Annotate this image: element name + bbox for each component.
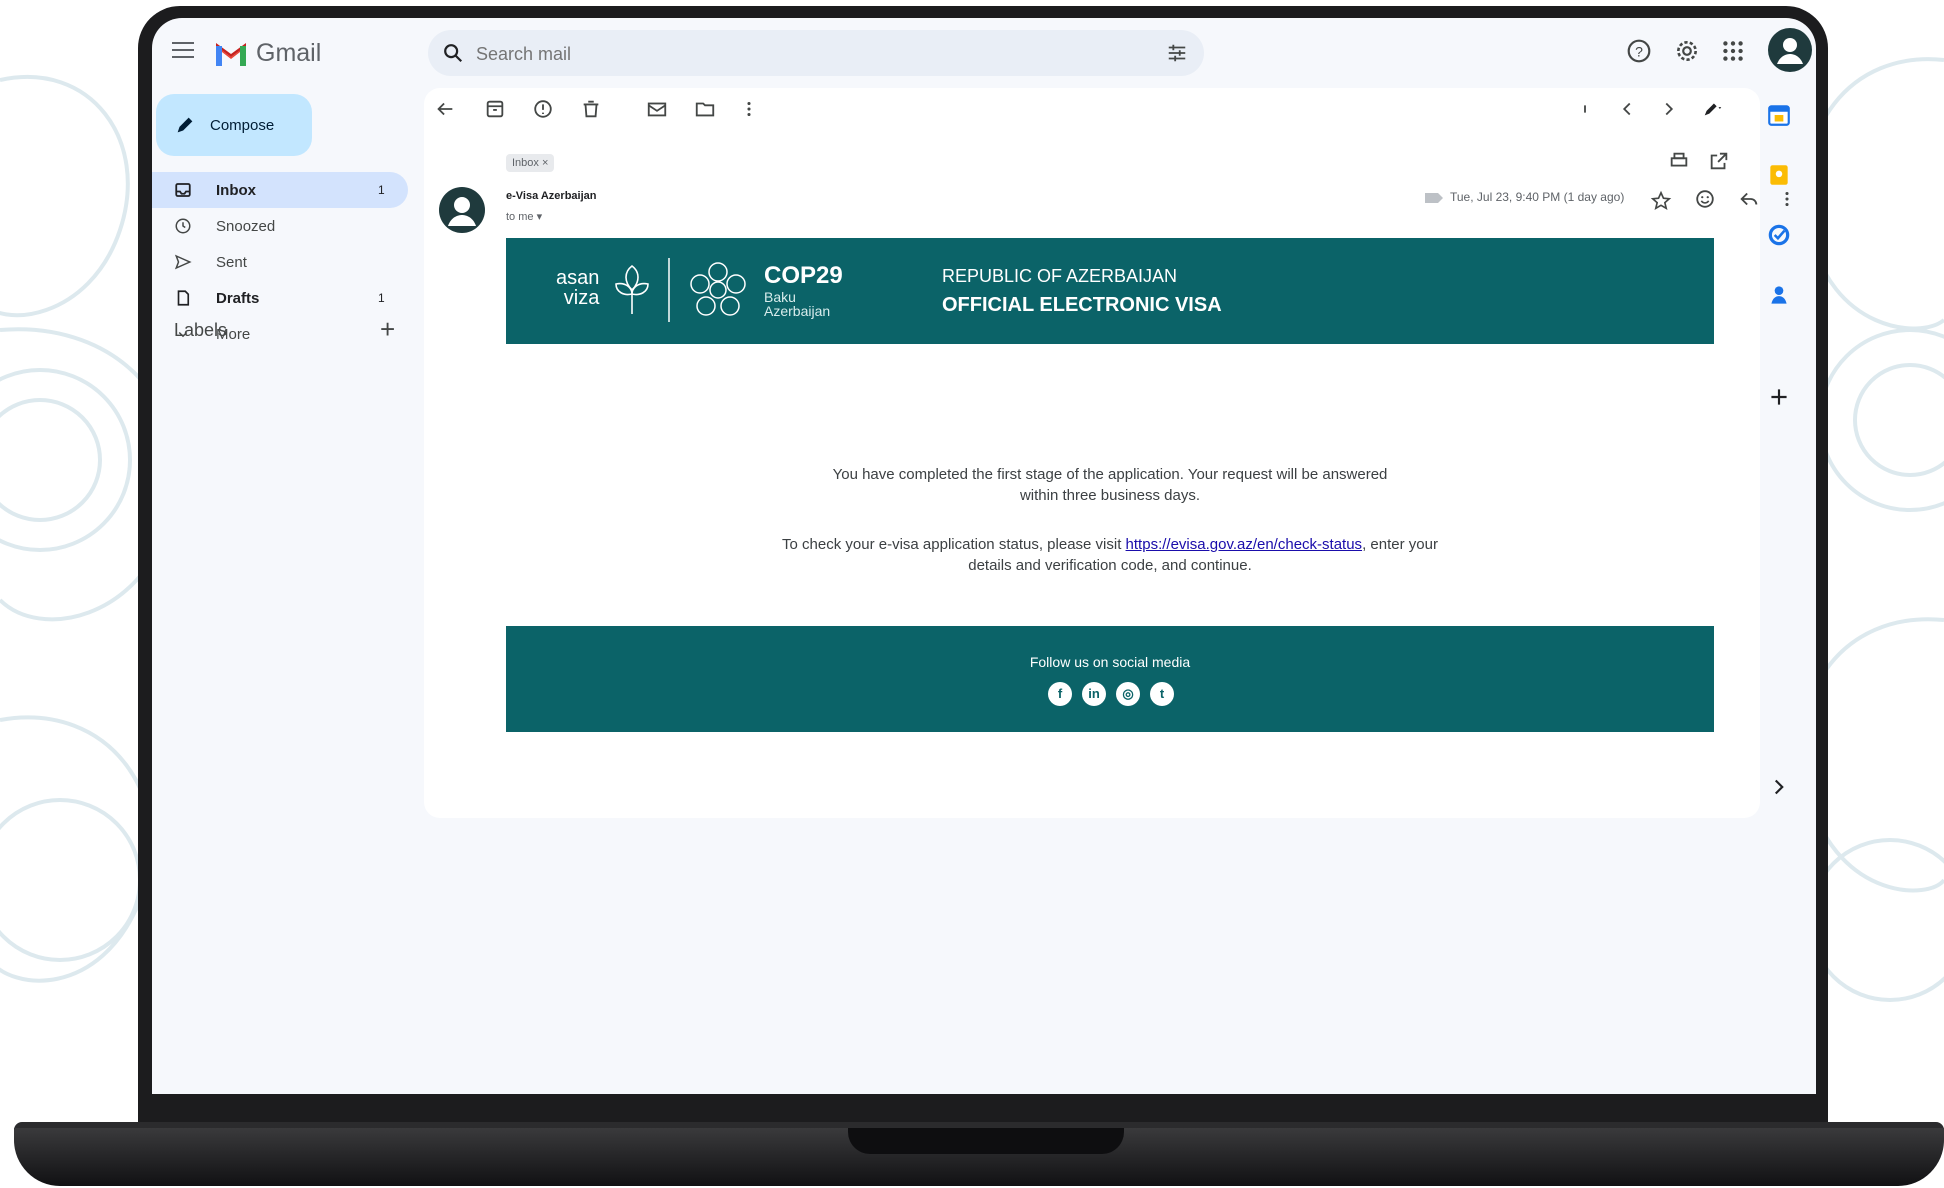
instagram-icon[interactable]: ◎ [1116,682,1140,706]
labels-heading: Labels [174,320,228,340]
asan-viza-logo: asan viza [556,268,599,308]
official-visa-heading: OFFICIAL ELECTRONIC VISA [942,294,1222,316]
print-icon[interactable] [1668,150,1690,172]
open-new-window-icon[interactable] [1708,150,1730,172]
report-icon[interactable] [532,98,554,120]
search-input[interactable] [474,39,1118,69]
delete-icon[interactable] [580,98,602,120]
sidebar-item-snoozed[interactable]: Snoozed [152,208,408,244]
tasks-icon[interactable] [1766,222,1792,248]
drafts-count: 1 [378,291,385,305]
gmail-wordmark: Gmail [256,38,322,67]
sidebar-item-inbox[interactable]: Inbox 1 [152,172,408,208]
inbox-icon [175,183,191,197]
cop29-subtitle: Baku Azerbaijan [764,290,830,318]
star-icon[interactable] [1650,190,1672,212]
inbox-label-chip[interactable]: Inbox × [506,154,555,172]
contacts-icon[interactable] [1766,282,1792,308]
cop29-title: COP29 [764,262,843,289]
baku-text: Baku [764,289,796,305]
calendar-icon[interactable] [1766,102,1792,128]
sidebar-item-drafts[interactable]: Drafts 1 [152,280,408,316]
add-icon[interactable] [1766,384,1792,410]
compose-label: Compose [210,116,275,134]
check-status-paragraph: To check your e-visa application status,… [506,534,1714,576]
flower-emblem-icon [615,264,649,314]
tune-icon[interactable] [1166,42,1188,64]
sender-avatar[interactable] [438,186,486,234]
gmail-logo[interactable]: Gmail [214,36,321,70]
sidebar-item-label: Snoozed [216,217,276,235]
back-icon[interactable] [434,98,456,120]
gmail-header: Gmail ? [152,18,1816,86]
sort-icon[interactable] [1574,98,1596,120]
republic-heading: REPUBLIC OF AZERBAIJAN [942,266,1178,286]
menu-icon[interactable] [172,42,194,60]
clock-icon [175,218,191,234]
message-panel: Inbox × e-Visa Azerbaijan to me ▾ Tue, J… [424,88,1789,818]
paragraph-line: You have completed the first stage of th… [832,466,1388,483]
paragraph-line: To check your e-visa application status,… [506,534,1714,555]
sidebar-item-label: Drafts [216,289,260,307]
laptop-notch [848,1128,1124,1154]
older-icon[interactable] [1658,98,1680,120]
edit-dropdown-icon[interactable] [1702,98,1724,120]
send-icon [174,254,192,270]
evisa-banner: asan viza COP29 Baku Azerbaijan REPUBLIC… [506,238,1714,344]
screen: Gmail ? Compose Inbox 1 Snoozed Sent Dra… [152,18,1816,1094]
sidebar-item-label: Inbox [216,181,256,199]
sender-name[interactable]: e-Visa Azerbaijan [506,190,597,202]
help-icon[interactable]: ? [1626,38,1652,64]
social-footer: Follow us on social media f in ◎ t [506,626,1714,732]
add-label-button[interactable]: + [380,314,395,345]
sidebar-item-sent[interactable]: Sent [152,244,408,280]
viza-text: viza [563,287,600,309]
linkedin-icon[interactable]: in [1082,682,1106,706]
follow-text: Follow us on social media [1029,654,1191,670]
compose-button[interactable]: Compose [156,94,312,156]
account-avatar[interactable] [1768,28,1812,72]
message-date: Tue, Jul 23, 9:40 PM (1 day ago) [1450,190,1625,204]
gmail-m-icon [216,43,246,66]
svg-text:?: ? [1635,43,1643,59]
application-status-paragraph: You have completed the first stage of th… [506,464,1714,506]
inbox-count: 1 [378,183,385,197]
account-icon [1777,38,1803,64]
newer-icon[interactable] [1616,98,1638,120]
pencil-icon [177,117,193,133]
keep-icon[interactable] [1766,162,1792,188]
emoji-icon[interactable] [1694,188,1716,210]
mark-unread-icon[interactable] [646,98,668,120]
apps-icon[interactable] [1720,38,1746,64]
expand-icon[interactable] [1766,774,1792,800]
banner-divider [668,258,670,322]
reply-icon[interactable] [1738,188,1760,210]
more-icon[interactable] [738,98,760,120]
search-bar[interactable] [428,30,1204,76]
twitter-icon[interactable]: t [1150,682,1174,706]
label-icon [1425,193,1443,203]
search-icon[interactable] [442,42,464,64]
archive-icon[interactable] [484,98,506,120]
paragraph-text: , enter your [1362,536,1438,553]
sidebar-item-label: Sent [216,253,247,271]
settings-icon[interactable] [1674,38,1700,64]
recipient-details[interactable]: to me ▾ [506,210,542,223]
move-to-icon[interactable] [694,98,716,120]
azerbaijan-text: Azerbaijan [764,303,831,319]
facebook-icon[interactable]: f [1048,682,1072,706]
paragraph-line: details and verification code, and conti… [968,557,1252,574]
paragraph-text: To check your e-visa application status,… [782,536,1126,553]
draft-icon [177,290,190,306]
cop29-emblem-icon [690,262,746,316]
asan-text: asan [556,267,600,289]
check-status-link[interactable]: https://evisa.gov.az/en/check-status [1126,536,1363,553]
message-more-icon[interactable] [1776,188,1798,210]
paragraph-line: within three business days. [1019,487,1201,504]
